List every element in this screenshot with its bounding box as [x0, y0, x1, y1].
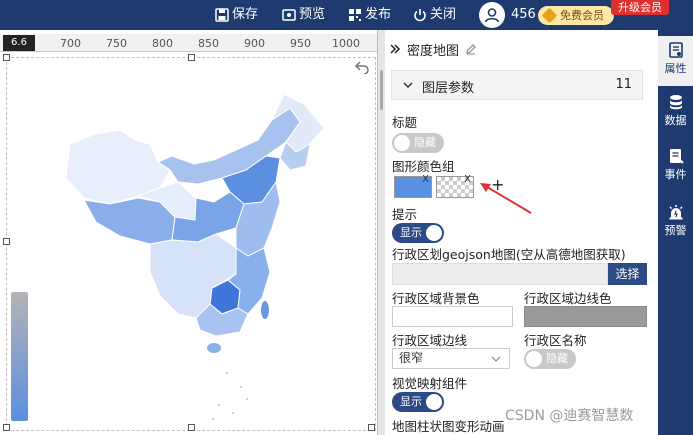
sidebar-item-label: 事件	[664, 168, 687, 181]
vip-badge[interactable]: 免费会员	[538, 6, 614, 25]
preview-label: 预览	[299, 7, 326, 22]
user-id: 456	[511, 7, 536, 22]
china-density-map[interactable]	[0, 52, 377, 435]
ruler-tick: 900	[244, 37, 265, 50]
publish-label: 发布	[365, 7, 392, 22]
tooltip-toggle[interactable]: 显示	[392, 223, 444, 243]
power-icon	[414, 9, 426, 22]
animation-label: 地图柱状图变形动画	[392, 419, 505, 434]
map-region	[207, 343, 221, 353]
sidebar-item-label: 属性	[664, 62, 687, 75]
save-icon	[215, 8, 229, 22]
close-button[interactable]: 关闭	[413, 0, 456, 30]
title-label: 标题	[392, 115, 418, 130]
upgrade-button[interactable]: 升级会员	[611, 0, 669, 15]
chevron-down-icon	[403, 82, 413, 89]
tooltip-label: 提示	[392, 207, 418, 222]
avatar[interactable]	[479, 2, 505, 28]
diamond-icon	[541, 7, 558, 24]
region-name-toggle[interactable]: 隐藏	[524, 349, 576, 369]
watermark: CSDN @迪赛智慧数	[505, 408, 634, 424]
event-icon	[669, 149, 684, 164]
color-swatch[interactable]: X	[436, 174, 474, 198]
color-swatch[interactable]: X	[394, 174, 432, 198]
visual-map-label: 视觉映射组件	[392, 376, 468, 391]
edit-icon[interactable]	[465, 43, 477, 55]
region-bg-label: 行政区域背景色	[392, 291, 480, 306]
save-button[interactable]: 保存	[215, 0, 258, 30]
region-border-select[interactable]: 很窄	[392, 348, 510, 369]
color-group-label: 图形颜色组	[392, 159, 455, 174]
zoom-indicator: 6.6	[3, 35, 35, 51]
visual-map-gradient[interactable]	[11, 292, 28, 421]
region-border-color-label: 行政区域边线色	[524, 291, 612, 306]
ruler-tick: 750	[106, 37, 127, 50]
alarm-icon	[668, 205, 683, 220]
ruler-tick: 700	[60, 37, 81, 50]
save-label: 保存	[232, 7, 259, 22]
map-region	[261, 301, 269, 319]
publish-button[interactable]: 发布	[348, 0, 391, 30]
ruler-tick: 800	[152, 37, 173, 50]
south-sea-islands	[212, 372, 248, 420]
collapse-icon[interactable]	[389, 43, 401, 55]
remove-swatch-icon[interactable]: X	[464, 174, 471, 185]
map-region	[156, 107, 301, 185]
geojson-label: 行政区划geojson地图(空从高德地图获取)	[392, 247, 626, 262]
title-toggle[interactable]: 隐藏	[392, 133, 444, 153]
sidebar-item-label: 数据	[664, 114, 687, 127]
undo-icon[interactable]	[354, 60, 370, 74]
panel-header: 密度地图	[389, 36, 477, 62]
preview-icon	[282, 9, 296, 21]
chevron-down-icon	[491, 356, 501, 362]
sidebar-item-label: 预警	[664, 224, 687, 237]
sidebar-item-events[interactable]: 事件	[658, 148, 693, 196]
region-border-color-picker[interactable]	[524, 306, 647, 327]
top-toolbar: 保存 预览 发布 关闭 456 免费会员 升级会员	[0, 0, 693, 30]
select-button[interactable]: 选择	[608, 263, 647, 285]
sidebar-item-properties[interactable]: 属性	[658, 36, 693, 86]
preview-button[interactable]: 预览	[282, 0, 325, 30]
map-region	[83, 197, 176, 245]
right-sidebar: 属性 数据 事件 预警	[658, 30, 693, 435]
annotation-arrow	[480, 183, 532, 214]
ruler-tick: 850	[198, 37, 219, 50]
close-label: 关闭	[430, 7, 457, 22]
ruler-tick: 1000	[332, 37, 360, 50]
publish-icon	[349, 9, 361, 21]
design-canvas[interactable]	[0, 52, 377, 435]
vip-label: 免费会员	[560, 9, 604, 22]
remove-swatch-icon[interactable]: X	[422, 174, 429, 185]
section-title: 图层参数	[422, 81, 475, 96]
region-border-value: 很窄	[399, 351, 424, 365]
divider-grip[interactable]	[380, 70, 383, 110]
panel-title: 密度地图	[407, 43, 460, 59]
database-icon	[669, 95, 682, 110]
panel-divider[interactable]	[377, 30, 385, 435]
properties-icon	[668, 42, 683, 58]
ruler-tick: 950	[290, 37, 311, 50]
horizontal-ruler: 6.6 700 750 800 850 900 950 1000	[0, 34, 377, 52]
visual-map-toggle[interactable]: 显示	[392, 392, 444, 412]
property-panel: 密度地图 图层参数 11 标题 隐藏 图形颜色组 X X + 提示 显示 行政区…	[385, 30, 655, 435]
region-bg-color-picker[interactable]	[392, 306, 513, 327]
sidebar-item-alerts[interactable]: 预警	[658, 204, 693, 252]
region-border-label: 行政区域边线	[392, 333, 468, 348]
region-name-label: 行政区名称	[524, 333, 587, 348]
geojson-input[interactable]	[392, 263, 608, 285]
user-icon	[484, 8, 500, 23]
sidebar-item-data[interactable]: 数据	[658, 94, 693, 142]
layer-params-section[interactable]: 图层参数 11	[391, 70, 643, 100]
section-count: 11	[615, 77, 632, 92]
